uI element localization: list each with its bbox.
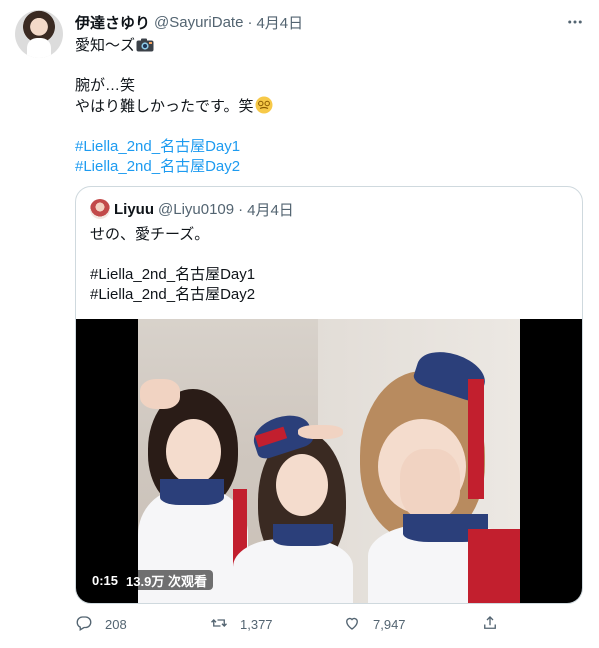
tweet-line xyxy=(75,56,575,76)
user-handle[interactable]: @SayuriDate xyxy=(154,14,243,31)
quoted-hashtag: #Liella_2nd_名古屋Day2 xyxy=(90,286,256,303)
tweet-line: 愛知〜ズ xyxy=(75,36,575,56)
separator: · xyxy=(247,13,253,31)
quoted-hashtag: #Liella_2nd_名古屋Day1 xyxy=(90,266,256,283)
tweet[interactable]: 伊達さゆり @SayuriDate · 4月4日 愛知〜ズ 腕が…笑 やはり難し… xyxy=(0,0,599,648)
quoted-tweet-header: Liyuu @Liyu0109 · 4月4日 xyxy=(90,199,294,219)
camera-emoji-icon xyxy=(136,38,154,52)
video-overlay: 0:15 13.9万 次观看 xyxy=(86,570,213,590)
tweet-line: 腕が…笑 xyxy=(75,77,136,94)
reply-button[interactable]: 208 xyxy=(75,614,127,635)
separator: · xyxy=(238,200,244,218)
reply-count: 208 xyxy=(105,616,127,632)
quoted-line: せの、愛チーズ。 xyxy=(90,226,210,243)
avatar[interactable] xyxy=(15,10,63,58)
like-icon xyxy=(343,614,361,635)
like-count: 7,947 xyxy=(373,616,406,632)
share-icon xyxy=(481,614,499,635)
hashtag-link[interactable]: #Liella_2nd_名古屋Day1 xyxy=(75,137,575,157)
quoted-tweet-date: 4月4日 xyxy=(247,201,294,219)
dizzy-face-emoji-icon xyxy=(255,96,273,114)
quoted-tweet[interactable]: Liyuu @Liyu0109 · 4月4日 せの、愛チーズ。 #Liella_… xyxy=(75,186,583,604)
more-icon[interactable] xyxy=(565,12,585,32)
tweet-actions: 208 1,377 7,947 xyxy=(75,612,505,636)
reply-icon xyxy=(75,614,93,635)
video-timestamp: 0:15 xyxy=(92,572,119,588)
retweet-icon xyxy=(210,614,228,635)
tweet-header: 伊達さゆり @SayuriDate · 4月4日 xyxy=(75,12,303,32)
video-player[interactable]: 0:15 13.9万 次观看 xyxy=(76,319,582,603)
hashtag-link[interactable]: #Liella_2nd_名古屋Day2 xyxy=(75,157,575,177)
share-button[interactable] xyxy=(481,614,499,635)
video-views: 13.9万 次观看 xyxy=(126,573,207,589)
tweet-date[interactable]: 4月4日 xyxy=(256,12,303,33)
quoted-line xyxy=(90,245,570,265)
retweet-button[interactable]: 1,377 xyxy=(210,614,273,635)
display-name[interactable]: 伊達さゆり xyxy=(75,12,150,33)
quoted-tweet-text: せの、愛チーズ。 #Liella_2nd_名古屋Day1 #Liella_2nd… xyxy=(90,225,570,305)
retweet-count: 1,377 xyxy=(240,616,273,632)
quoted-user-handle: @Liyu0109 xyxy=(158,200,235,218)
video-frame xyxy=(138,319,520,603)
tweet-line: やはり難しかったです。笑 xyxy=(75,96,575,117)
like-button[interactable]: 7,947 xyxy=(343,614,406,635)
quoted-avatar xyxy=(90,199,110,219)
tweet-text: 愛知〜ズ 腕が…笑 やはり難しかったです。笑 #Liella_2nd_名古屋Da… xyxy=(75,36,575,177)
quoted-display-name: Liyuu xyxy=(114,200,154,218)
tweet-line xyxy=(75,117,575,137)
